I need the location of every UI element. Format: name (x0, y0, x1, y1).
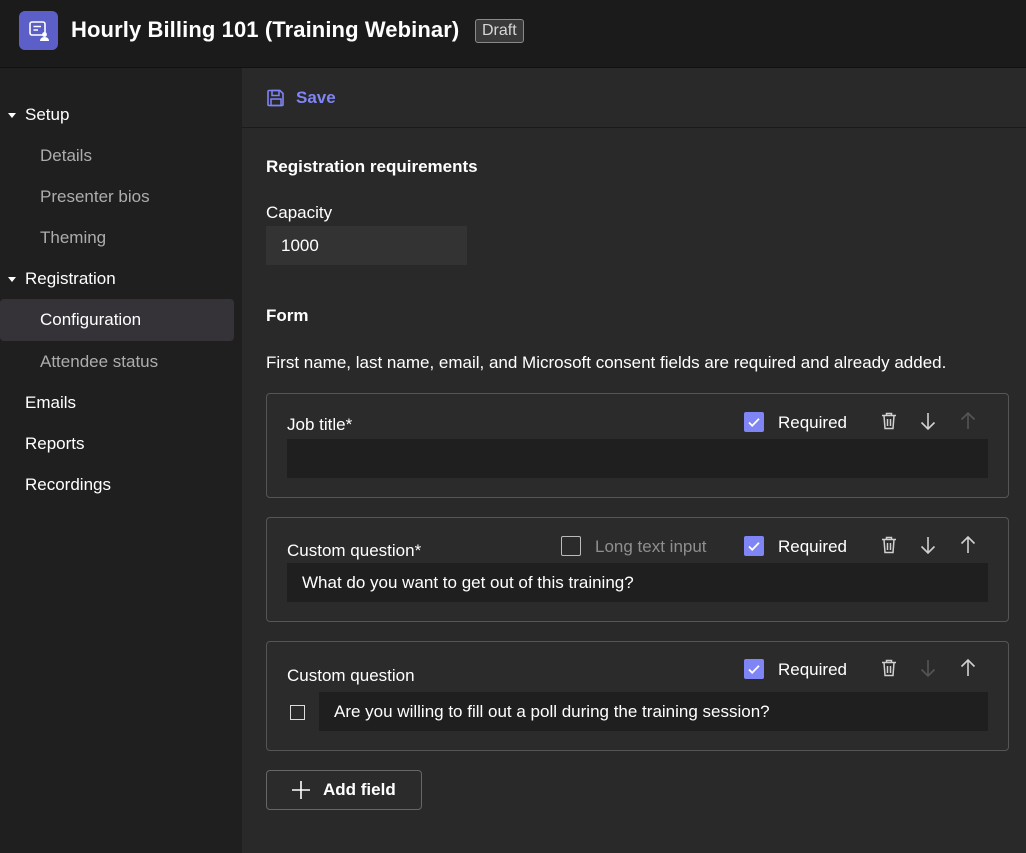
sidebar-item-label: Setup (25, 105, 70, 124)
custom-question-input[interactable] (287, 563, 988, 602)
capacity-input[interactable] (266, 226, 467, 265)
sidebar-item-theming[interactable]: Theming (0, 217, 234, 259)
sidebar-item-label: Emails (25, 393, 77, 412)
toolbar: Save (242, 68, 1026, 128)
event-chat-icon (19, 11, 58, 50)
required-checkbox[interactable] (744, 659, 764, 679)
add-field-button[interactable]: Add field (266, 770, 422, 810)
sidebar-item-recordings[interactable]: Recordings (0, 464, 234, 506)
sidebar-item-attendee-status[interactable]: Attendee status (0, 341, 234, 383)
arrow-down-icon (920, 660, 936, 678)
form-field-card-job-title: Job title* Required (266, 393, 1009, 498)
delete-icon[interactable] (878, 410, 900, 432)
sidebar-item-configuration[interactable]: Configuration (0, 299, 234, 341)
sidebar-item-label: Registration (25, 269, 116, 288)
required-checkbox[interactable] (744, 536, 764, 556)
sidebar-item-reports[interactable]: Reports (0, 423, 234, 465)
main-content: Save Registration requirements Capacity … (242, 68, 1026, 853)
sidebar-item-setup[interactable]: Setup (0, 94, 234, 136)
chevron-down-icon (8, 277, 16, 282)
form-heading: Form (266, 306, 309, 325)
sidebar-item-label: Attendee status (40, 352, 159, 371)
page-title: Hourly Billing 101 (Training Webinar) (71, 17, 460, 42)
job-title-input[interactable] (287, 439, 988, 478)
save-icon (267, 89, 284, 107)
long-text-label: Long text input (595, 537, 707, 556)
arrow-down-icon[interactable] (917, 410, 939, 432)
sidebar-item-label: Configuration (40, 310, 142, 329)
sidebar-item-details[interactable]: Details (0, 135, 234, 177)
sidebar-item-label: Details (40, 146, 92, 165)
capacity-label: Capacity (266, 203, 333, 222)
delete-icon[interactable] (878, 534, 900, 556)
sidebar-item-label: Presenter bios (40, 187, 150, 206)
delete-icon[interactable] (878, 657, 900, 679)
arrow-down-icon[interactable] (917, 534, 939, 556)
sidebar-item-label: Theming (40, 228, 107, 247)
checkmark-icon (748, 665, 760, 674)
plus-icon (292, 781, 310, 799)
field-label: Custom question (287, 666, 415, 685)
required-checkbox[interactable] (744, 412, 764, 432)
chevron-down-icon (8, 113, 16, 118)
sidebar-item-emails[interactable]: Emails (0, 382, 234, 424)
required-label: Required (778, 660, 847, 679)
form-field-card-custom-question-2: Custom question Required (266, 641, 1009, 751)
required-label: Required (778, 537, 847, 556)
custom-question-input[interactable] (319, 692, 988, 731)
sidebar-item-label: Reports (25, 434, 85, 453)
form-helper-text: First name, last name, email, and Micros… (266, 353, 947, 372)
arrow-up-icon (960, 411, 976, 429)
checkmark-icon (748, 542, 760, 551)
long-text-checkbox[interactable] (561, 536, 581, 556)
field-label: Custom question* (287, 541, 422, 560)
app-header: Hourly Billing 101 (Training Webinar) Dr… (0, 0, 1026, 68)
save-button[interactable]: Save (266, 86, 336, 110)
sidebar: Setup Details Presenter bios Theming Reg… (0, 68, 242, 853)
checkmark-icon (748, 418, 760, 427)
registration-requirements-heading: Registration requirements (266, 157, 478, 176)
sidebar-item-label: Recordings (25, 475, 111, 494)
field-label: Job title* (287, 415, 353, 434)
checkbox-type-icon (290, 705, 305, 720)
arrow-up-icon[interactable] (957, 534, 979, 556)
required-label: Required (778, 413, 847, 432)
sidebar-item-presenter-bios[interactable]: Presenter bios (0, 176, 234, 218)
arrow-up-icon[interactable] (957, 657, 979, 679)
save-label: Save (296, 88, 336, 107)
sidebar-item-registration[interactable]: Registration (0, 258, 234, 300)
status-badge: Draft (475, 19, 524, 43)
form-field-card-custom-question-1: Custom question* Long text input Require… (266, 517, 1009, 622)
add-field-label: Add field (323, 780, 396, 799)
